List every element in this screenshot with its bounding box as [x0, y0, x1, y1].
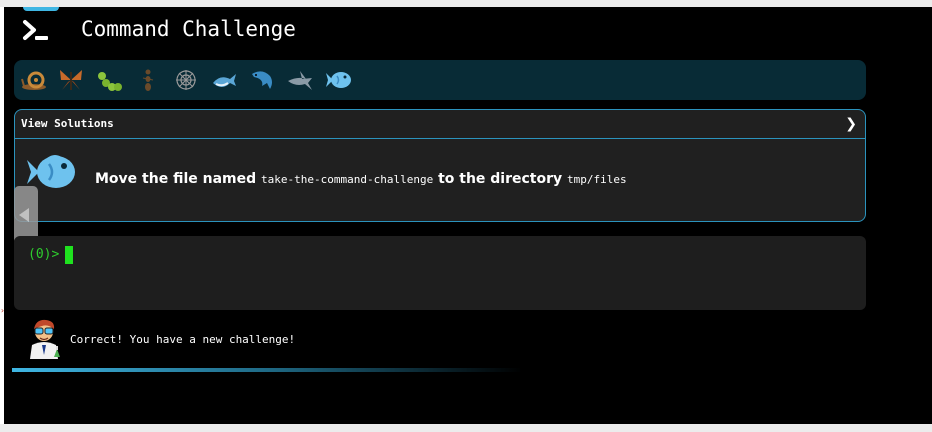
arrow-left-icon [19, 208, 29, 222]
window-top-strip [0, 0, 932, 7]
page: Command Challenge View Solutions ❯ Move … [4, 7, 932, 424]
progress-bar [12, 368, 522, 372]
level-butterfly-icon[interactable] [57, 66, 85, 94]
title-tab [23, 7, 59, 11]
gutter-mark: › [0, 306, 5, 315]
task-middle: to the directory [433, 171, 568, 187]
task-prefix: Move the file named [95, 171, 262, 187]
challenge-panel: View Solutions ❯ Move the file named tak… [14, 109, 866, 222]
task-directory: tmp/files [567, 173, 627, 186]
level-caterpillar-icon[interactable] [96, 66, 124, 94]
level-bar [14, 60, 866, 100]
level-fish-icon[interactable] [324, 66, 352, 94]
challenge-task: Move the file named take-the-command-cha… [95, 171, 627, 187]
terminal-cursor [65, 246, 73, 264]
level-whale-icon[interactable] [210, 66, 238, 94]
app-title: Command Challenge [81, 17, 296, 41]
window-bottom-strip [0, 424, 932, 432]
scientist-mascot-icon [24, 317, 64, 359]
terminal-input[interactable]: (0)> [14, 236, 866, 310]
task-file-name: take-the-command-challenge [261, 173, 434, 186]
level-ant-icon[interactable] [134, 66, 162, 94]
level-shark-icon[interactable] [286, 66, 314, 94]
view-solutions-label: View Solutions [21, 117, 114, 130]
level-snail-icon[interactable] [20, 66, 48, 94]
terminal-prompt: (0)> [28, 247, 60, 262]
feedback-message: Correct! You have a new challenge! [70, 333, 296, 346]
level-dolphin-icon[interactable] [248, 66, 276, 94]
chevron-right-icon[interactable]: ❯ [845, 116, 857, 132]
view-solutions-toggle[interactable]: View Solutions ❯ [15, 110, 865, 139]
terminal-prompt-icon [22, 19, 52, 43]
level-spider-web-icon[interactable] [172, 66, 200, 94]
